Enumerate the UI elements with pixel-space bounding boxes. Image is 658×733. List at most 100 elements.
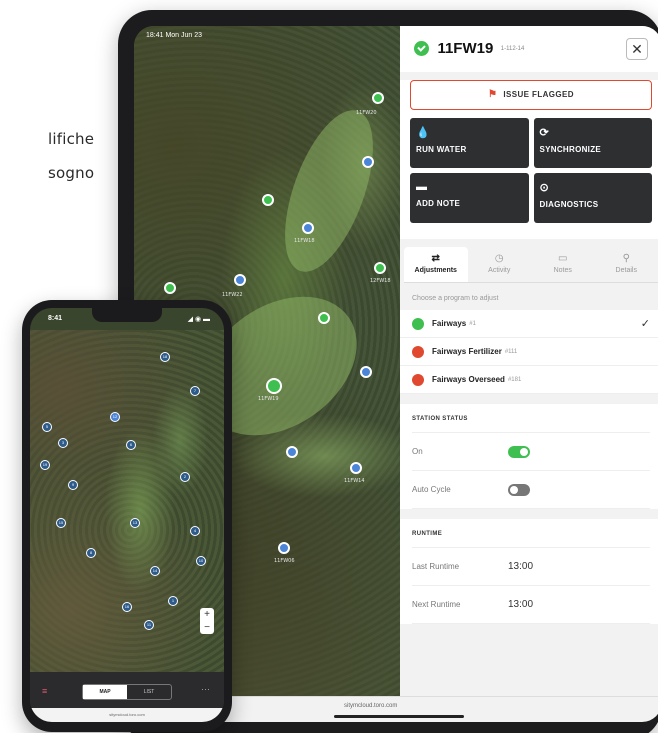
- tab-label: Details: [615, 267, 637, 274]
- program-number: #111: [504, 348, 518, 355]
- map-station-pin[interactable]: [262, 194, 274, 206]
- phone-map-pin[interactable]: 10: [196, 556, 206, 566]
- map-station-pin[interactable]: [164, 282, 176, 294]
- map-station-pin[interactable]: [278, 542, 290, 554]
- station-detail-panel: ◢ ◉ 100% ▬ 11FW19 1-112-14 ✕ ⚑ ISSUE FLAG…: [400, 26, 658, 696]
- zoom-in-button[interactable]: +: [200, 608, 214, 621]
- issue-flagged-button[interactable]: ⚑ ISSUE FLAGGED: [410, 80, 652, 110]
- background-text-line1: lifiche: [48, 130, 95, 148]
- phone-map-pin[interactable]: 19: [40, 460, 50, 470]
- program-item[interactable]: Fairways Overseed #181: [400, 366, 658, 394]
- phone-status-time: 8:41: [48, 315, 63, 322]
- program-item[interactable]: Fairways #1 ✓: [400, 310, 658, 338]
- map-station-pin[interactable]: [286, 446, 298, 458]
- url-text[interactable]: sitymcloud.toro.com: [344, 703, 397, 709]
- map-station-pin[interactable]: [318, 312, 330, 324]
- add-note-button[interactable]: ▬ ADD NOTE: [410, 173, 529, 223]
- phone-screen: 18 7 12 5 3 6 19 9 2 15 13 4 8 10 14 1 1…: [30, 308, 224, 722]
- map-pin-label: 11FW20: [356, 110, 377, 116]
- runtime-label: Last Runtime: [412, 562, 460, 571]
- selected-station-pin[interactable]: [266, 378, 282, 394]
- map-pin-label: 11FW19: [258, 396, 279, 402]
- details-icon: ⚲: [622, 253, 630, 264]
- auto-cycle-toggle[interactable]: [508, 483, 530, 496]
- runtime-value[interactable]: 13:00: [508, 561, 533, 572]
- map-pin-label: 11FW06: [274, 558, 295, 564]
- section-heading: RUNTIME: [412, 519, 650, 548]
- program-name: Fairways Overseed: [432, 375, 505, 384]
- program-number: #1: [469, 320, 476, 327]
- run-water-button[interactable]: 💧 RUN WATER: [410, 118, 529, 168]
- home-indicator: [334, 715, 464, 718]
- map-station-pin[interactable]: [350, 462, 362, 474]
- fairway-area: [267, 99, 391, 283]
- phone-map-pin[interactable]: 4: [190, 526, 200, 536]
- page-root: lifiche sogno 18:41 Mon Jun 23 11FW19 11…: [0, 0, 658, 733]
- phone-map[interactable]: 18 7 12 5 3 6 19 9 2 15 13 4 8 10 14 1 1…: [30, 330, 224, 672]
- map-pin-label: 11FW14: [344, 478, 365, 484]
- sync-icon: ⟳: [539, 127, 550, 139]
- station-status-icon: [414, 41, 429, 57]
- water-drop-icon: 💧: [416, 127, 430, 139]
- runtime-row: Next Runtime 13:00: [412, 586, 650, 624]
- map-tab[interactable]: MAP: [83, 685, 127, 699]
- tab-notes[interactable]: ▭ Notes: [531, 247, 595, 282]
- phone-map-pin[interactable]: 18: [160, 352, 170, 362]
- on-toggle[interactable]: [508, 445, 530, 458]
- phone-map-pin[interactable]: 5: [42, 422, 52, 432]
- synchronize-label: SYNCHRONIZE: [539, 145, 602, 154]
- phone-map-pin[interactable]: 15: [56, 518, 66, 528]
- program-status-icon: [412, 317, 424, 330]
- list-tab[interactable]: LIST: [127, 685, 171, 699]
- phone-map-pin[interactable]: 7: [190, 386, 200, 396]
- menu-icon[interactable]: ≡: [42, 686, 47, 696]
- diagnostics-button[interactable]: ⊙ DIAGNOSTICS: [533, 173, 652, 223]
- notes-icon: ▭: [558, 253, 568, 264]
- phone-status-right: ◢ ◉ ▬: [187, 316, 210, 323]
- runtime-value[interactable]: 13:00: [508, 599, 533, 610]
- diagnostics-icon: ⊙: [539, 182, 550, 194]
- phone-map-pin[interactable]: 16: [122, 602, 132, 612]
- map-station-pin[interactable]: [302, 222, 314, 234]
- map-station-pin[interactable]: [234, 274, 246, 286]
- phone-map-pin[interactable]: 2: [180, 472, 190, 482]
- map-station-pin[interactable]: [372, 92, 384, 104]
- phone-map-pin[interactable]: 8: [86, 548, 96, 558]
- map-list-toggle: MAP LIST: [82, 684, 172, 700]
- program-number: #181: [507, 376, 522, 383]
- tab-adjustments[interactable]: ⇄ Adjustments: [404, 247, 468, 282]
- station-name: 11FW19: [437, 40, 494, 58]
- zoom-control: + −: [200, 608, 214, 634]
- zoom-out-button[interactable]: −: [200, 621, 214, 634]
- tab-activity[interactable]: ◷ Activity: [468, 247, 532, 282]
- run-water-label: RUN WATER: [416, 145, 467, 154]
- flag-icon: ⚑: [488, 89, 498, 100]
- panel-tabs: ⇄ Adjustments ◷ Activity ▭ Notes ⚲ Details: [404, 247, 658, 283]
- phone-map-pin[interactable]: 1: [168, 596, 178, 606]
- program-name: Fairways Fertilizer: [432, 347, 502, 356]
- map-station-pin[interactable]: [374, 262, 386, 274]
- runtime-row: Last Runtime 13:00: [412, 548, 650, 586]
- phone-map-pin[interactable]: 3: [58, 438, 68, 448]
- close-button[interactable]: ✕: [626, 38, 648, 60]
- phone-url[interactable]: sitymcloud.toro.com: [30, 708, 224, 722]
- note-icon: ▬: [416, 181, 428, 193]
- phone-map-pin[interactable]: 11: [144, 620, 154, 630]
- tab-details[interactable]: ⚲ Details: [595, 247, 658, 282]
- diagnostics-label: DIAGNOSTICS: [539, 200, 599, 209]
- runtime-label: Next Runtime: [412, 600, 461, 609]
- tablet-status-right: ◢ ◉ 100% ▬: [611, 33, 654, 40]
- status-label: On: [412, 447, 423, 456]
- phone-map-pin[interactable]: 14: [150, 566, 160, 576]
- more-icon[interactable]: ···: [201, 684, 210, 694]
- phone-map-pin[interactable]: 9: [68, 480, 78, 490]
- program-item[interactable]: Fairways Fertilizer #111: [400, 338, 658, 366]
- synchronize-button[interactable]: ⟳ SYNCHRONIZE: [533, 118, 652, 168]
- phone-map-pin[interactable]: 13: [130, 518, 140, 528]
- phone-map-pin[interactable]: 6: [126, 440, 136, 450]
- map-station-pin[interactable]: [362, 156, 374, 168]
- tab-label: Notes: [553, 267, 572, 274]
- phone-map-pin[interactable]: 12: [110, 412, 120, 422]
- map-station-pin[interactable]: [360, 366, 372, 378]
- spacer: [400, 223, 658, 239]
